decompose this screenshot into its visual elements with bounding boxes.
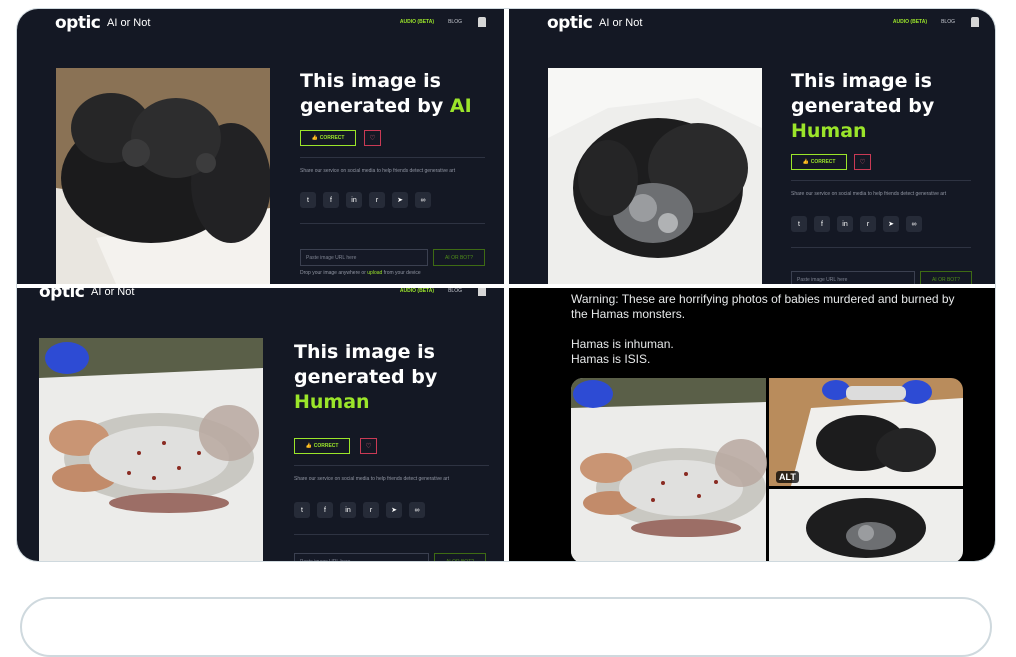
- nav-audio-link[interactable]: AUDIO (BETA): [400, 288, 434, 294]
- nav-blog-link[interactable]: BLOG: [448, 19, 462, 25]
- ai-or-bot-button[interactable]: AI OR BOT?: [433, 249, 485, 266]
- tweet-photos: [571, 378, 963, 561]
- optic-topbar: optic AI or Not AUDIO (BETA) BLOG: [17, 288, 504, 308]
- verdict-heading: This image is generated by Human: [791, 69, 976, 144]
- twitter-icon[interactable]: t: [294, 502, 310, 518]
- media-image-2[interactable]: optic AI or Not AUDIO (BETA) BLOG This i…: [509, 9, 995, 284]
- heart-icon: ♡: [859, 159, 866, 166]
- divider: [791, 247, 971, 248]
- divider: [294, 534, 489, 535]
- correct-button[interactable]: 👍 CORRECT: [791, 154, 847, 170]
- social-row: t f in r ➤ ∞: [300, 192, 431, 208]
- ai-or-bot-button[interactable]: AI OR BOT?: [434, 553, 486, 561]
- ai-or-bot-button[interactable]: AI OR BOT?: [920, 271, 972, 284]
- heart-button[interactable]: ♡: [360, 438, 377, 454]
- reddit-icon[interactable]: r: [363, 502, 379, 518]
- facebook-icon[interactable]: f: [317, 502, 333, 518]
- tweet-text: Warning: These are horrifying photos of …: [571, 292, 955, 366]
- user-icon[interactable]: [478, 288, 486, 296]
- verdict-prefix: This image is generated by: [294, 341, 438, 388]
- verdict-result: Human: [294, 391, 370, 413]
- social-row: t f in r ➤ ∞: [294, 502, 425, 518]
- linkedin-icon[interactable]: in: [837, 216, 853, 232]
- share-text: Share our service on social media to hel…: [791, 191, 947, 197]
- optic-subtitle: AI or Not: [91, 288, 135, 298]
- thumbs-up-icon: 👍: [311, 135, 318, 141]
- optic-logo: optic: [39, 288, 85, 302]
- reddit-icon[interactable]: r: [860, 216, 876, 232]
- optic-logo: optic: [547, 13, 593, 33]
- verdict-result: AI: [449, 95, 472, 117]
- facebook-icon[interactable]: f: [814, 216, 830, 232]
- verdict-prefix: This image is generated by: [300, 70, 444, 117]
- link-icon[interactable]: ∞: [409, 502, 425, 518]
- verdict-result: Human: [791, 120, 867, 142]
- share-text: Share our service on social media to hel…: [300, 168, 456, 174]
- link-icon[interactable]: ∞: [906, 216, 922, 232]
- correct-button[interactable]: 👍 CORRECT: [294, 438, 350, 454]
- divider: [294, 465, 489, 466]
- linkedin-icon[interactable]: in: [340, 502, 356, 518]
- divider: [300, 157, 485, 158]
- thumbs-up-icon: 👍: [802, 159, 809, 165]
- reddit-icon[interactable]: r: [369, 192, 385, 208]
- optic-topbar: optic AI or Not AUDIO (BETA) BLOG: [509, 9, 995, 39]
- analyzed-photo: [39, 338, 263, 561]
- image-url-input[interactable]: Paste image URL here: [294, 553, 429, 561]
- telegram-icon[interactable]: ➤: [386, 502, 402, 518]
- telegram-icon[interactable]: ➤: [883, 216, 899, 232]
- optic-logo: optic: [55, 13, 101, 33]
- media-grid: optic AI or Not AUDIO (BETA) BLOG This i…: [16, 8, 996, 562]
- user-icon[interactable]: [971, 17, 979, 27]
- nav-audio-link[interactable]: AUDIO (BETA): [893, 19, 927, 25]
- media-image-3[interactable]: optic AI or Not AUDIO (BETA) BLOG This i…: [17, 288, 504, 561]
- heart-icon: ♡: [365, 443, 372, 450]
- upload-link[interactable]: upload: [367, 270, 382, 276]
- social-row: t f in r ➤ ∞: [791, 216, 922, 232]
- drop-text: Drop your image anywhere or upload from …: [300, 270, 421, 276]
- nav-blog-link[interactable]: BLOG: [448, 288, 462, 294]
- media-image-4[interactable]: Warning: These are horrifying photos of …: [509, 288, 995, 561]
- link-icon[interactable]: ∞: [415, 192, 431, 208]
- divider: [300, 223, 485, 224]
- correct-button[interactable]: 👍 CORRECT: [300, 130, 356, 146]
- tweet-media-grid[interactable]: ALT: [571, 378, 963, 561]
- image-url-input[interactable]: Paste image URL here: [300, 249, 428, 266]
- optic-topbar: optic AI or Not AUDIO (BETA) BLOG: [17, 9, 504, 39]
- optic-subtitle: AI or Not: [107, 17, 151, 29]
- verdict-heading: This image is generated by Human: [294, 340, 479, 415]
- facebook-icon[interactable]: f: [323, 192, 339, 208]
- optic-subtitle: AI or Not: [599, 17, 643, 29]
- analyzed-photo: [56, 68, 270, 284]
- media-image-1[interactable]: optic AI or Not AUDIO (BETA) BLOG This i…: [17, 9, 504, 284]
- twitter-icon[interactable]: t: [300, 192, 316, 208]
- heart-button[interactable]: ♡: [364, 130, 381, 146]
- reply-box[interactable]: [20, 597, 992, 657]
- image-url-input[interactable]: Paste image URL here: [791, 271, 915, 284]
- nav-blog-link[interactable]: BLOG: [941, 19, 955, 25]
- twitter-icon[interactable]: t: [791, 216, 807, 232]
- heart-button[interactable]: ♡: [854, 154, 871, 170]
- telegram-icon[interactable]: ➤: [392, 192, 408, 208]
- user-icon[interactable]: [478, 17, 486, 27]
- linkedin-icon[interactable]: in: [346, 192, 362, 208]
- divider: [791, 180, 971, 181]
- verdict-prefix: This image is generated by: [791, 70, 935, 117]
- verdict-heading: This image is generated by AI: [300, 69, 485, 119]
- heart-icon: ♡: [369, 135, 376, 142]
- nav-audio-link[interactable]: AUDIO (BETA): [400, 19, 434, 25]
- analyzed-photo: [548, 68, 762, 284]
- thumbs-up-icon: 👍: [305, 443, 312, 449]
- share-text: Share our service on social media to hel…: [294, 476, 450, 482]
- alt-badge[interactable]: ALT: [776, 471, 799, 483]
